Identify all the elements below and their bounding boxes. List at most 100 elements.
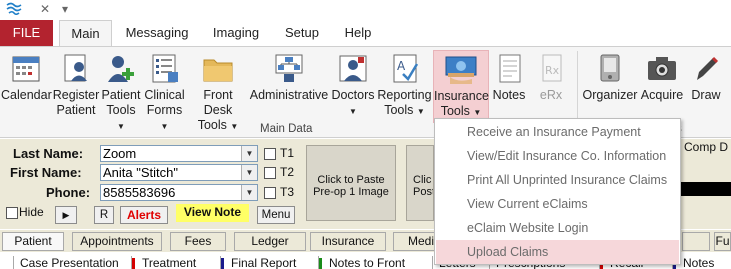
erx-button[interactable]: Rx eRx [532, 50, 570, 122]
ribbon-tab-row: FILE Main Messaging Imaging Setup Help [0, 20, 731, 46]
phone-value: 8585583696 [103, 185, 176, 200]
svg-text:Rx: Rx [545, 64, 560, 77]
tab-final-report[interactable]: Final Report [220, 256, 296, 269]
erx-label: eRx [539, 88, 563, 102]
insurance-tools-menu: Receive an Insurance Payment View/Edit I… [434, 118, 681, 265]
menu-item-print-unprinted-claims[interactable]: Print All Unprinted Insurance Claims [436, 168, 679, 192]
t3-label: T3 [280, 185, 295, 199]
tab-file[interactable]: FILE [0, 20, 53, 46]
insurance-tools-button[interactable]: Insurance Tools ▼ [433, 50, 489, 123]
pre-op-paste-line2: Pre-op 1 Image [313, 186, 389, 198]
patient-tools-icon [108, 56, 134, 82]
tab-case-presentation[interactable]: Case Presentation [13, 256, 119, 269]
reporting-icon: A [393, 54, 418, 83]
draw-button[interactable]: Draw [687, 50, 725, 122]
hide-label: Hide [19, 205, 44, 219]
wave-logo-icon[interactable] [6, 1, 22, 18]
tab-messaging[interactable]: Messaging [119, 20, 195, 46]
t3-checkbox[interactable] [264, 187, 276, 199]
calendar-button[interactable]: Calendar [1, 50, 52, 122]
tab-extra[interactable] [682, 232, 710, 251]
notes-to-front-marker [319, 258, 322, 269]
tab-treatment[interactable]: Treatment [131, 256, 196, 269]
view-note-button[interactable]: View Note [176, 204, 249, 222]
t2-checkbox[interactable] [264, 167, 276, 179]
organizer-label: Organizer [582, 88, 638, 102]
final-report-marker [221, 258, 224, 269]
close-icon[interactable]: ✕ [40, 2, 50, 16]
svg-text:A: A [397, 59, 406, 73]
tab-fu[interactable]: Fu [714, 232, 731, 251]
tab-setup[interactable]: Setup [276, 20, 328, 46]
menu-item-eclaim-website-login[interactable]: eClaim Website Login [436, 216, 679, 240]
pre-op-paste-line1: Click to Paste [317, 174, 385, 186]
tab-ledger[interactable]: Ledger [234, 232, 306, 251]
app-window: ✕ ▾ FILE Main Messaging Imaging Setup He… [0, 0, 731, 269]
tab-main[interactable]: Main [59, 20, 112, 46]
chevron-down-icon[interactable]: ▼ [241, 185, 257, 200]
doctors-label: Doctors [331, 88, 375, 102]
tab-treatment-label: Treatment [142, 256, 197, 269]
reporting-tools-caret-icon: ▼ [416, 107, 425, 116]
r-button[interactable]: R [94, 206, 114, 224]
reporting-tools-label-1: Reporting [377, 88, 432, 102]
play-button[interactable]: ▶ [55, 206, 77, 224]
ribbon-group-label: Main Data [260, 123, 313, 135]
hide-checkbox[interactable] [6, 207, 18, 219]
menu-item-view-edit-insurance-info[interactable]: View/Edit Insurance Co. Information [436, 144, 679, 168]
tab-imaging[interactable]: Imaging [205, 20, 267, 46]
chevron-down-icon[interactable]: ▼ [241, 165, 257, 180]
register-patient-button[interactable]: Register Patient [52, 50, 100, 122]
treatment-marker [132, 258, 135, 269]
tab-insurance[interactable]: Insurance [310, 232, 386, 251]
reporting-tools-button[interactable]: A Reporting Tools ▼ [377, 50, 432, 122]
reporting-tools-label-2: Tools [384, 103, 414, 117]
chevron-down-icon[interactable]: ▼ [241, 146, 257, 161]
tab-notes-to-front[interactable]: Notes to Front [318, 256, 405, 269]
menu-item-receive-insurance-payment[interactable]: Receive an Insurance Payment [436, 120, 679, 144]
tab-medical[interactable]: Medi [393, 232, 435, 251]
draw-label: Draw [691, 88, 721, 102]
first-name-value: Anita "Stitch" [103, 165, 178, 180]
first-name-label: First Name: [10, 165, 82, 180]
menu-item-view-current-eclaims[interactable]: View Current eClaims [436, 192, 679, 216]
patient-tools-label-1: Patient [101, 88, 141, 102]
post-op-paste-line1: Clic [413, 174, 432, 186]
doctors-caret-icon: ▼ [349, 107, 357, 116]
tab-final-report-label: Final Report [231, 256, 297, 269]
tab-notes-label: Notes [683, 256, 715, 269]
pre-op-image-slot[interactable]: Click to Paste Pre-op 1 Image [306, 145, 396, 221]
alerts-button[interactable]: Alerts [120, 206, 168, 224]
tab-appointments[interactable]: Appointments [72, 232, 162, 251]
insurance-tools-caret-icon: ▼ [473, 108, 482, 117]
front-desk-tools-button[interactable]: Front Desk Tools ▼ [188, 50, 248, 132]
patient-tools-button[interactable]: Patient Tools ▼ [101, 50, 141, 131]
first-name-field[interactable]: Anita "Stitch" ▼ [100, 164, 258, 181]
dark-bar [680, 182, 731, 196]
notes-button[interactable]: Notes [490, 50, 528, 122]
t2-label: T2 [280, 165, 295, 179]
title-bar: ✕ ▾ [0, 0, 731, 20]
menu-item-upload-claims[interactable]: Upload Claims [436, 240, 679, 264]
t1-checkbox[interactable] [264, 148, 276, 160]
acquire-button[interactable]: Acquire [639, 50, 685, 122]
clinical-forms-icon [152, 54, 178, 83]
tab-fees[interactable]: Fees [170, 232, 226, 251]
administrative-button[interactable]: Administrative [249, 50, 329, 122]
organizer-button[interactable]: Organizer [582, 50, 638, 122]
quick-access-dropdown-icon[interactable]: ▾ [62, 2, 68, 16]
acquire-label: Acquire [640, 88, 684, 102]
clinical-forms-button[interactable]: Clinical Forms ▼ [142, 50, 187, 131]
phone-field[interactable]: 8585583696 ▼ [100, 184, 258, 201]
insurance-tools-label-1: Insurance [434, 89, 489, 103]
last-name-field[interactable]: Zoom ▼ [100, 145, 258, 162]
menu-button[interactable]: Menu [257, 206, 295, 224]
tab-patient[interactable]: Patient [2, 232, 64, 251]
doctors-button[interactable]: Doctors ▼ [330, 50, 376, 122]
tab-help[interactable]: Help [336, 20, 380, 46]
doctors-icon [339, 55, 367, 82]
clinical-forms-label-2: Forms [146, 103, 183, 117]
post-op-image-slot[interactable]: Clic Post- [406, 145, 434, 221]
front-desk-label-1: Front Desk [203, 88, 233, 117]
register-patient-label-1: Register [52, 88, 100, 102]
